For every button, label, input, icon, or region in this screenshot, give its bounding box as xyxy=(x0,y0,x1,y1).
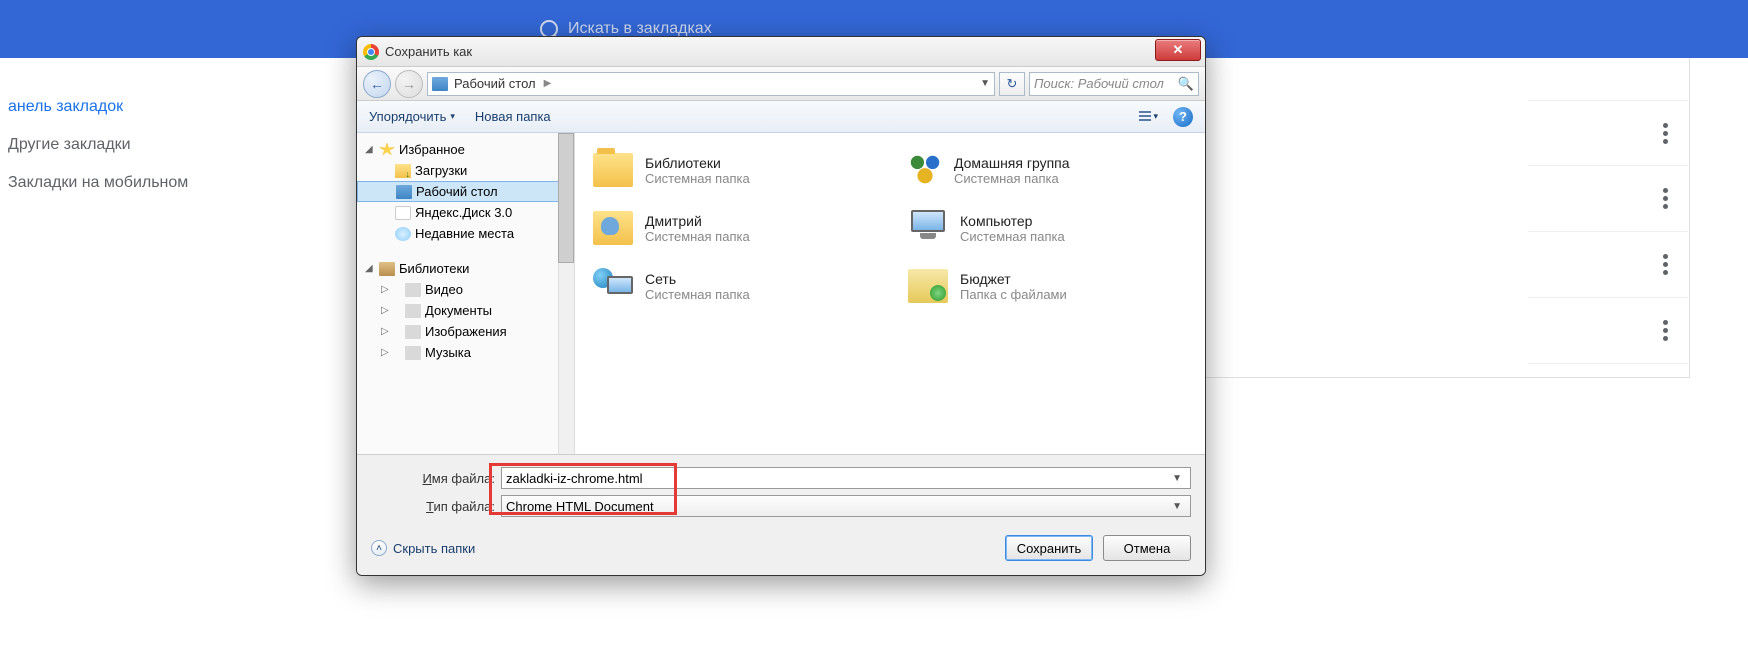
desktop-icon xyxy=(432,77,448,91)
sidebar-item-mobile-bookmarks[interactable]: Закладки на мобильном xyxy=(4,164,340,202)
filetype-dropdown-icon[interactable]: ▼ xyxy=(1168,501,1186,512)
expand-icon[interactable]: ▷ xyxy=(381,284,389,295)
bookmark-rows-overflow xyxy=(1528,100,1688,364)
chrome-icon xyxy=(363,44,379,60)
sidebar-item-bookmarks-bar[interactable]: анель закладок xyxy=(4,88,340,126)
music-icon xyxy=(405,346,421,360)
back-button[interactable]: ← xyxy=(363,70,391,98)
search-placeholder: Поиск: Рабочий стол xyxy=(1034,76,1164,91)
tree-favorites[interactable]: ◢Избранное xyxy=(357,139,574,160)
dialog-title: Сохранить как xyxy=(385,44,472,59)
collapse-icon[interactable]: ◢ xyxy=(365,263,373,274)
titlebar[interactable]: Сохранить как ✕ xyxy=(357,37,1205,67)
overflow-menu-icon[interactable] xyxy=(1663,320,1688,341)
tree-scrollbar[interactable] xyxy=(558,133,574,454)
expand-icon[interactable]: ▷ xyxy=(381,305,389,316)
address-dropdown-icon[interactable]: ▼ xyxy=(980,78,990,89)
sidebar-item-other-bookmarks[interactable]: Другие закладки xyxy=(4,126,340,164)
item-user[interactable]: ДмитрийСистемная папка xyxy=(585,201,880,255)
user-folder-icon xyxy=(593,211,633,245)
item-libraries[interactable]: БиблиотекиСистемная папка xyxy=(585,143,880,197)
item-computer[interactable]: КомпьютерСистемная папка xyxy=(900,201,1195,255)
computer-icon xyxy=(908,210,948,246)
file-list[interactable]: БиблиотекиСистемная папка Домашняя групп… xyxy=(575,133,1205,454)
tree-images[interactable]: ▷Изображения xyxy=(357,321,574,342)
view-options-button[interactable]: ▾ xyxy=(1134,108,1163,125)
refresh-button[interactable]: ↻ xyxy=(999,72,1025,96)
expand-icon[interactable]: ▷ xyxy=(381,347,389,358)
save-button[interactable]: Сохранить xyxy=(1005,535,1093,561)
filetype-label: Тип файла: xyxy=(371,499,501,514)
tree-desktop[interactable]: Рабочий стол xyxy=(357,181,574,202)
tree-music[interactable]: ▷Музыка xyxy=(357,342,574,363)
address-bar[interactable]: Рабочий стол ▶ ▼ xyxy=(427,72,995,96)
folder-tree[interactable]: ◢Избранное Загрузки Рабочий стол Яндекс.… xyxy=(357,133,575,454)
documents-icon xyxy=(405,304,421,318)
network-icon xyxy=(593,268,633,304)
filename-input[interactable]: zakladki-iz-chrome.html▼ xyxy=(501,467,1191,489)
libraries-icon xyxy=(379,262,395,276)
expand-icon[interactable]: ▷ xyxy=(381,326,389,337)
search-icon: 🔍 xyxy=(1178,76,1194,92)
item-homegroup[interactable]: Домашняя группаСистемная папка xyxy=(900,143,1195,197)
filename-label: Имя файла: xyxy=(371,471,501,486)
filetype-select[interactable]: Chrome HTML Document▼ xyxy=(501,495,1191,517)
collapse-icon[interactable]: ◢ xyxy=(365,144,373,155)
chevron-right-icon: ▶ xyxy=(544,78,552,89)
dialog-toolbar: Упорядочить Новая папка ▾ ? xyxy=(357,101,1205,133)
address-text: Рабочий стол xyxy=(454,76,536,91)
new-folder-button[interactable]: Новая папка xyxy=(475,109,551,124)
help-button[interactable]: ? xyxy=(1173,107,1193,127)
yandex-disk-icon xyxy=(395,206,411,220)
overflow-menu-icon[interactable] xyxy=(1663,188,1688,209)
cancel-button[interactable]: Отмена xyxy=(1103,535,1191,561)
save-as-dialog: Сохранить как ✕ ← → Рабочий стол ▶ ▼ ↻ П… xyxy=(356,36,1206,576)
forward-button[interactable]: → xyxy=(395,70,423,98)
chevron-up-icon: ˄ xyxy=(371,540,387,556)
close-button[interactable]: ✕ xyxy=(1155,39,1201,61)
scrollbar-thumb[interactable] xyxy=(558,133,574,263)
hide-folders-toggle[interactable]: ˄ Скрыть папки xyxy=(371,540,475,556)
dialog-bottom: Имя файла: zakladki-iz-chrome.html▼ Тип … xyxy=(357,455,1205,575)
folder-search-input[interactable]: Поиск: Рабочий стол 🔍 xyxy=(1029,72,1199,96)
item-budget[interactable]: БюджетПапка с файлами xyxy=(900,259,1195,313)
overflow-menu-icon[interactable] xyxy=(1663,254,1688,275)
item-network[interactable]: СетьСистемная папка xyxy=(585,259,880,313)
video-icon xyxy=(405,283,421,297)
star-icon xyxy=(379,143,395,157)
bookmark-sidebar: анель закладок Другие закладки Закладки … xyxy=(0,58,340,202)
tree-yandex-disk[interactable]: Яндекс.Диск 3.0 xyxy=(357,202,574,223)
tree-video[interactable]: ▷Видео xyxy=(357,279,574,300)
downloads-icon xyxy=(395,164,411,178)
filename-dropdown-icon[interactable]: ▼ xyxy=(1168,473,1186,484)
tree-recent[interactable]: Недавние места xyxy=(357,223,574,244)
tree-libraries[interactable]: ◢Библиотеки xyxy=(357,258,574,279)
navigation-bar: ← → Рабочий стол ▶ ▼ ↻ Поиск: Рабочий ст… xyxy=(357,67,1205,101)
overflow-menu-icon[interactable] xyxy=(1663,123,1688,144)
images-icon xyxy=(405,325,421,339)
tree-downloads[interactable]: Загрузки xyxy=(357,160,574,181)
tree-documents[interactable]: ▷Документы xyxy=(357,300,574,321)
organize-menu[interactable]: Упорядочить xyxy=(369,109,455,124)
libraries-icon xyxy=(593,153,633,187)
desktop-icon xyxy=(396,185,412,199)
homegroup-icon xyxy=(906,152,944,188)
recent-icon xyxy=(395,227,411,241)
folder-icon xyxy=(908,269,948,303)
